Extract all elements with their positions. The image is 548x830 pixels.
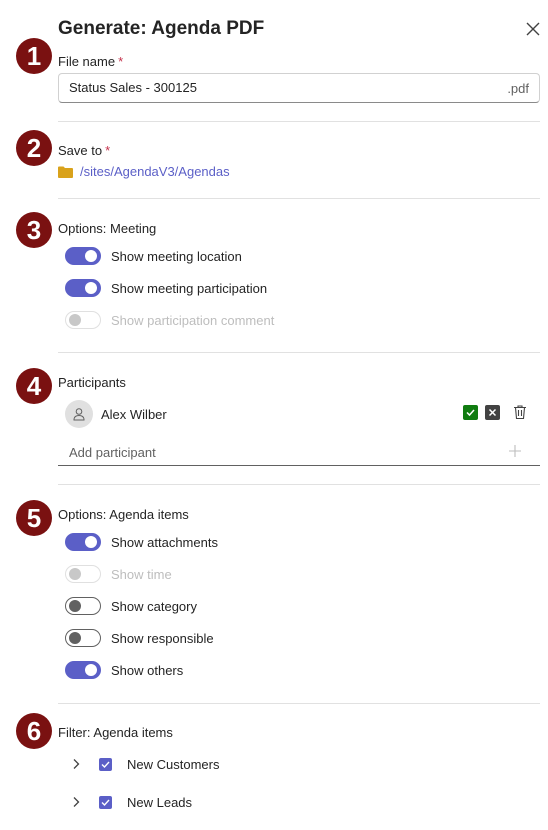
filter-item-new-customers[interactable]: New Customers [70,754,219,774]
divider [58,198,540,199]
toggle-label: Show meeting participation [111,280,268,296]
toggle-row-category[interactable]: Show category [65,596,197,616]
check-icon [466,408,475,416]
step-badge-6: 6 [16,713,52,749]
filter-item-new-leads[interactable]: New Leads [70,792,192,812]
attachments-toggle[interactable] [65,533,101,551]
accept-participant-button[interactable] [463,404,478,420]
close-icon[interactable] [522,18,544,40]
check-icon [101,761,110,768]
required-mark: * [118,54,124,69]
toggle-label: Show responsible [111,630,214,646]
divider [58,703,540,704]
divider [58,121,540,122]
toggle-row-attachments[interactable]: Show attachments [65,532,218,552]
step-badge-4: 4 [16,368,52,404]
agenda-options-label: Options: Agenda items [58,507,189,522]
chevron-right-icon[interactable] [70,796,82,808]
toggle-row-meeting-location[interactable]: Show meeting location [65,246,242,266]
file-name-field[interactable]: .pdf [58,73,540,103]
toggle-label: Show attachments [111,534,218,550]
toggle-label: Show category [111,598,197,614]
chevron-right-icon[interactable] [70,758,82,770]
divider [58,484,540,485]
divider [58,352,540,353]
toggle-row-responsible[interactable]: Show responsible [65,628,214,648]
toggle-row-time: Show time [65,564,172,584]
others-toggle[interactable] [65,661,101,679]
decline-participant-button[interactable] [485,404,500,420]
new-customers-checkbox[interactable] [99,757,112,771]
add-icon[interactable] [508,444,522,458]
delete-participant-icon[interactable] [512,404,528,420]
toggle-label: Show time [111,566,172,582]
step-badge-2: 2 [16,130,52,166]
toggle-label: Show others [111,662,184,678]
meeting-participation-toggle[interactable] [65,279,101,297]
save-path: /sites/AgendaV3/Agendas [80,164,230,179]
add-participant-field[interactable] [58,440,540,466]
person-icon [73,408,85,421]
participant-row: Alex Wilber [58,398,540,430]
toggle-label: Show participation comment [111,312,275,328]
add-participant-input[interactable] [69,445,489,460]
dialog-title: Generate: Agenda PDF [58,18,265,39]
new-leads-checkbox[interactable] [99,795,112,809]
avatar [65,400,93,428]
filter-item-label: New Customers [127,756,220,772]
required-mark: * [105,143,111,158]
filter-item-label: New Leads [127,794,193,810]
category-toggle[interactable] [65,597,101,615]
participation-comment-toggle [65,311,101,329]
toggle-row-participation-comment: Show participation comment [65,310,274,330]
file-extension: .pdf [507,81,529,96]
file-name-label: File name * [58,54,124,69]
folder-icon [58,166,73,178]
x-icon [488,408,497,416]
check-icon [101,799,110,806]
participant-name: Alex Wilber [101,406,167,422]
filter-label: Filter: Agenda items [58,725,173,740]
save-location-link[interactable]: /sites/AgendaV3/Agendas [58,164,230,179]
save-to-label: Save to * [58,143,111,158]
file-name-input[interactable] [69,80,489,95]
responsible-toggle[interactable] [65,629,101,647]
toggle-row-others[interactable]: Show others [65,660,183,680]
meeting-location-toggle[interactable] [65,247,101,265]
step-badge-1: 1 [16,38,52,74]
toggle-label: Show meeting location [111,248,242,264]
time-toggle [65,565,101,583]
step-badge-3: 3 [16,212,52,248]
meeting-options-label: Options: Meeting [58,221,157,236]
step-badge-5: 5 [16,500,52,536]
participants-label: Participants [58,375,126,390]
toggle-row-meeting-participation[interactable]: Show meeting participation [65,278,267,298]
